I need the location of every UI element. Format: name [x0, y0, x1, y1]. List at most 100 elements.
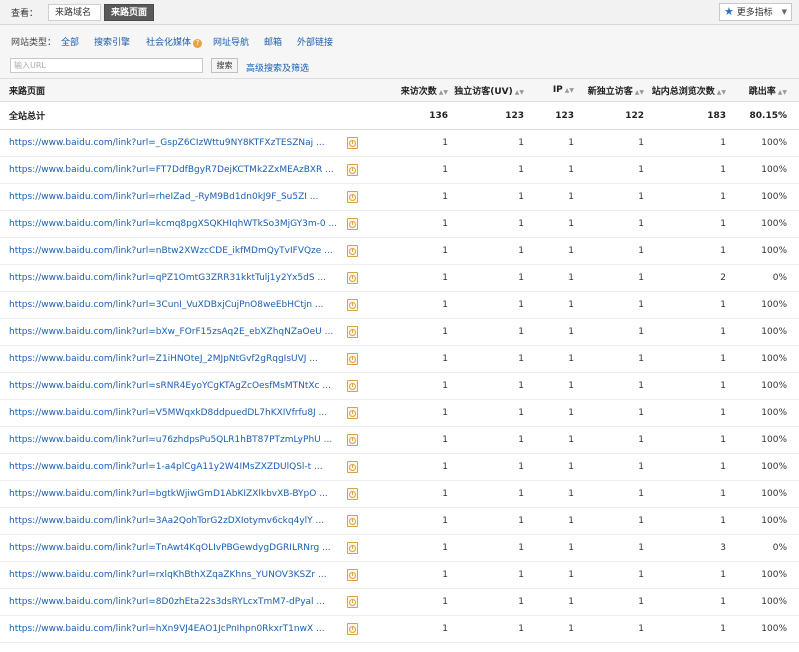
advanced-search-link[interactable]: 高级搜索及筛选: [246, 61, 309, 74]
cell-bounce-rate: 100%: [726, 318, 799, 346]
cell-uv: 1: [448, 291, 524, 319]
history-icon[interactable]: [347, 380, 358, 392]
cell-uv: 1: [448, 210, 524, 238]
cell-uv: 1: [448, 561, 524, 589]
cell-ip: 1: [524, 345, 574, 373]
cell-visits: 1: [380, 561, 448, 589]
col-header-ip[interactable]: IP ▲▼: [524, 79, 574, 102]
history-icon[interactable]: [347, 326, 358, 338]
source-page-link[interactable]: https://www.baidu.com/link?url=3CunI_VuX…: [9, 300, 340, 310]
cell-ip: 1: [524, 372, 574, 400]
history-icon[interactable]: [347, 272, 358, 284]
cell-uv: 1: [448, 318, 524, 346]
source-page-link[interactable]: https://www.baidu.com/link?url=hXn9VJ4EA…: [9, 624, 340, 634]
history-icon[interactable]: [347, 515, 358, 527]
cell-source-page: https://www.baidu.com/link?url=u76zhdpsP…: [0, 426, 340, 454]
source-page-link[interactable]: https://www.baidu.com/link?url=kcmq8pgXS…: [9, 219, 340, 229]
cell-pageviews: 1: [644, 318, 726, 346]
cell-pageviews: 1: [644, 345, 726, 373]
col-header-pageviews[interactable]: 站内总浏览次数 ▲▼: [644, 79, 726, 102]
source-page-link[interactable]: https://www.baidu.com/link?url=3Aa2QohTo…: [9, 516, 340, 526]
history-icon[interactable]: [347, 218, 358, 230]
source-page-link[interactable]: https://www.baidu.com/link?url=u76zhdpsP…: [9, 435, 340, 445]
col-header-visits[interactable]: 来访次数 ▲▼: [380, 79, 448, 102]
source-page-link[interactable]: https://www.baidu.com/link?url=sRNR4EyoY…: [9, 381, 340, 391]
cell-source-page: https://www.baidu.com/link?url=3Aa2QohTo…: [0, 507, 340, 535]
cell-ip: 1: [524, 237, 574, 265]
source-page-link[interactable]: https://www.baidu.com/link?url=_GspZ6CIz…: [9, 138, 340, 148]
cell-ip: 1: [524, 291, 574, 319]
col-header-source-page: 来路页面: [0, 79, 340, 102]
type-filter-email[interactable]: 邮箱: [264, 35, 282, 48]
history-icon[interactable]: [347, 542, 358, 554]
view-label: 查看：: [11, 9, 39, 19]
cell-pageviews: 2: [644, 264, 726, 292]
cell-source-page: https://www.baidu.com/link?url=TnAwt4KqO…: [0, 534, 340, 562]
cell-bounce-rate: 100%: [726, 615, 799, 643]
source-page-link[interactable]: https://www.baidu.com/link?url=bXw_FOrF1…: [9, 327, 340, 337]
type-filter-external-link[interactable]: 外部链接: [297, 35, 333, 48]
cell-source-page: https://www.baidu.com/link?url=bXw_FOrF1…: [0, 318, 340, 346]
more-metrics-button[interactable]: ★ 更多指标 ▼: [719, 3, 792, 21]
cell-pageviews: 1: [644, 615, 726, 643]
history-icon[interactable]: [347, 488, 358, 500]
cell-bounce-rate: 100%: [726, 291, 799, 319]
table-row: https://www.baidu.com/link?url=u76zhdpsP…: [0, 426, 799, 454]
cell-bounce-rate: 100%: [726, 399, 799, 427]
tab-source-page[interactable]: 来路页面: [104, 4, 154, 21]
source-page-link[interactable]: https://www.baidu.com/link?url=qPZ1OmtG3…: [9, 273, 340, 283]
cell-bounce-rate: 100%: [726, 453, 799, 481]
cell-source-page: https://www.baidu.com/link?url=FT7DdfBgy…: [0, 156, 340, 184]
source-page-link[interactable]: https://www.baidu.com/link?url=nBtw2XWzc…: [9, 246, 340, 256]
source-page-link[interactable]: https://www.baidu.com/link?url=8D0zhEta2…: [9, 597, 340, 607]
col-header-uv-label: 独立访客(UV): [454, 86, 513, 97]
history-icon[interactable]: [347, 569, 358, 581]
help-icon[interactable]: ?: [193, 39, 203, 48]
cell-source-page: https://www.baidu.com/link?url=sRNR4EyoY…: [0, 372, 340, 400]
source-page-link[interactable]: https://www.baidu.com/link?url=V5MWqxkD8…: [9, 408, 340, 418]
source-page-link[interactable]: https://www.baidu.com/link?url=rheIZad_-…: [9, 192, 340, 202]
history-icon[interactable]: [347, 461, 358, 473]
history-icon[interactable]: [347, 191, 358, 203]
cell-uv: 1: [448, 615, 524, 643]
cell-ip: 1: [524, 480, 574, 508]
total-label: 全站总计: [0, 101, 340, 130]
cell-pageviews: 1: [644, 210, 726, 238]
history-icon[interactable]: [347, 299, 358, 311]
col-header-uv[interactable]: 独立访客(UV) ▲▼: [448, 79, 524, 102]
type-filter-search-engine[interactable]: 搜索引擎: [94, 35, 130, 48]
history-icon[interactable]: [347, 164, 358, 176]
source-page-link[interactable]: https://www.baidu.com/link?url=1-a4plCgA…: [9, 462, 340, 472]
table-row: https://www.baidu.com/link?url=1-a4plCgA…: [0, 453, 799, 481]
source-page-link[interactable]: https://www.baidu.com/link?url=bgtkWjiwG…: [9, 489, 340, 499]
source-page-link[interactable]: https://www.baidu.com/link?url=rxlqKhBth…: [9, 570, 340, 580]
cell-history: [340, 156, 380, 184]
history-icon[interactable]: [347, 596, 358, 608]
table-row: https://www.baidu.com/link?url=rheIZad_-…: [0, 183, 799, 211]
chevron-down-icon: ▼: [781, 8, 787, 16]
history-icon[interactable]: [347, 434, 358, 446]
url-search-input[interactable]: [10, 58, 203, 73]
source-page-link[interactable]: https://www.baidu.com/link?url=Z1iHNOteJ…: [9, 354, 340, 364]
history-icon[interactable]: [347, 137, 358, 149]
cell-source-page: https://www.baidu.com/link?url=kcmq8pgXS…: [0, 210, 340, 238]
search-button[interactable]: 搜索: [211, 58, 238, 73]
cell-visits: 1: [380, 588, 448, 616]
cell-ip: 1: [524, 588, 574, 616]
type-filter-social-media[interactable]: 社会化媒体?: [146, 35, 203, 48]
cell-uv: 1: [448, 237, 524, 265]
tab-source-domain[interactable]: 来路域名: [48, 4, 101, 21]
source-page-link[interactable]: https://www.baidu.com/link?url=FT7DdfBgy…: [9, 165, 340, 175]
col-header-new-uv[interactable]: 新独立访客 ▲▼: [574, 79, 644, 102]
history-icon[interactable]: [347, 245, 358, 257]
history-icon[interactable]: [347, 407, 358, 419]
history-icon[interactable]: [347, 353, 358, 365]
type-filter-all[interactable]: 全部: [61, 35, 79, 48]
col-header-bounce-rate[interactable]: 跳出率 ▲▼: [726, 79, 799, 102]
history-icon[interactable]: [347, 623, 358, 635]
cell-ip: 1: [524, 534, 574, 562]
type-filter-url-navigation[interactable]: 网址导航: [213, 35, 249, 48]
cell-pageviews: 1: [644, 426, 726, 454]
source-page-link[interactable]: https://www.baidu.com/link?url=TnAwt4KqO…: [9, 543, 340, 553]
cell-source-page: https://www.baidu.com/link?url=hXn9VJ4EA…: [0, 615, 340, 643]
